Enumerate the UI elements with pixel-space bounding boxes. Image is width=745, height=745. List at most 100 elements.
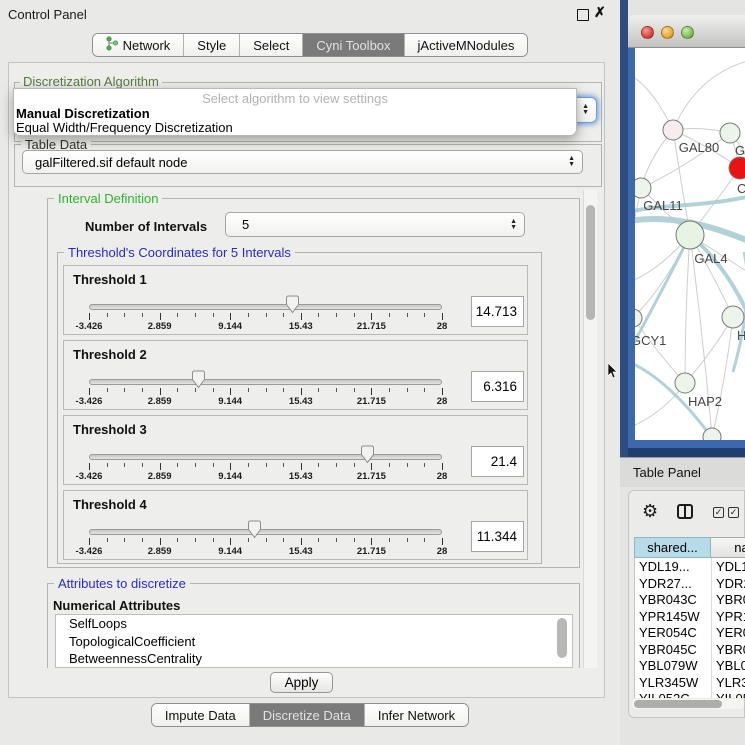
table-row[interactable]: YIL052CYIL052C — [635, 690, 745, 698]
checkbox-icon[interactable]: ✓ — [728, 507, 739, 518]
network-canvas[interactable]: GAL80GACGAL11GAL4GCY1HAHAP2 — [635, 48, 745, 440]
scrollbar-thumb[interactable] — [586, 205, 595, 320]
minor-tick — [107, 463, 108, 467]
tick-label: 28 — [437, 546, 448, 557]
close-icon[interactable]: ✗ — [594, 4, 606, 21]
column-header-name[interactable]: name — [711, 537, 745, 558]
minor-tick — [354, 538, 355, 542]
minor-tick — [318, 313, 319, 317]
table-row[interactable]: YBR045CYBR045C — [635, 641, 745, 658]
number-of-intervals-select[interactable]: 5 ▲▼ — [225, 212, 525, 237]
major-tick — [371, 538, 372, 545]
network-node-ha[interactable] — [722, 306, 744, 328]
attribute-item-betweennesscentrality[interactable]: BetweennessCentrality — [56, 650, 572, 668]
tab-jactivemnodules[interactable]: jActiveMNodules — [404, 34, 528, 56]
algorithm-dropdown-popup: Select algorithm to view settings Manual… — [13, 88, 577, 136]
table-row[interactable]: YDR27...YDR27 — [635, 575, 745, 592]
slider-thumb[interactable] — [285, 295, 300, 314]
network-node-gal11[interactable] — [635, 178, 651, 198]
table-row[interactable]: YDL19...YDL19 — [635, 558, 745, 575]
network-edge[interactable] — [712, 317, 733, 437]
scrollbar-thumb[interactable] — [634, 700, 722, 708]
major-tick — [89, 538, 90, 545]
minor-tick — [107, 313, 108, 317]
tab-discretize-data[interactable]: Discretize Data — [249, 704, 364, 726]
tick-label: 15.43 — [289, 321, 313, 332]
toolbox-tab-bar: NetworkStyleSelectCyni ToolboxjActiveMNo… — [0, 33, 620, 57]
tab-select[interactable]: Select — [239, 34, 302, 56]
network-node-gcy1[interactable] — [635, 309, 642, 327]
attribute-item-topologicalcoefficient[interactable]: TopologicalCoefficient — [56, 633, 572, 651]
network-edge[interactable] — [685, 317, 733, 383]
table-data-select[interactable]: galFiltered.sif default node ▲▼ — [22, 150, 583, 174]
slider-track[interactable] — [89, 379, 442, 385]
gear-icon[interactable]: ⚙ — [642, 502, 658, 520]
network-node-gal80[interactable] — [663, 120, 683, 140]
columns-icon[interactable] — [677, 504, 693, 519]
minor-tick — [283, 538, 284, 542]
network-edge[interactable] — [673, 60, 745, 130]
network-edge[interactable] — [635, 235, 690, 318]
slider-track[interactable] — [89, 454, 442, 460]
threshold-value-field[interactable]: 21.4 — [471, 446, 524, 477]
minimize-traffic-light-icon[interactable] — [661, 26, 674, 39]
network-edge[interactable] — [685, 235, 690, 383]
apply-button[interactable]: Apply — [270, 672, 333, 693]
slider-thumb[interactable] — [360, 445, 375, 464]
tab-network[interactable]: Network — [93, 34, 184, 56]
dropdown-item-equal-width-frequency[interactable]: Equal Width/Frequency Discretization — [16, 120, 233, 135]
cell-shared-name: YDL19... — [639, 559, 709, 574]
panel-title: Control Panel — [8, 7, 87, 22]
network-node-c[interactable] — [729, 157, 745, 179]
minor-tick — [213, 388, 214, 392]
threshold-value-field[interactable]: 6.316 — [471, 371, 524, 402]
table-horizontal-scrollbar[interactable] — [632, 699, 744, 709]
network-window-titlebar[interactable] — [628, 15, 745, 48]
float-window-icon[interactable] — [577, 9, 589, 21]
dropdown-item-manual-discretization[interactable]: Manual Discretization — [16, 106, 150, 121]
network-node-hap2[interactable] — [675, 373, 695, 393]
panel-scrollbar[interactable] — [583, 190, 597, 668]
threshold-label: Threshold 4 — [73, 497, 147, 512]
slider-thumb[interactable] — [247, 520, 262, 539]
node-label: GA — [735, 143, 745, 158]
thresholds-group-title: Threshold's Coordinates for 5 Intervals — [64, 245, 295, 260]
network-node-ga[interactable] — [720, 123, 740, 143]
numerical-attributes-list[interactable]: SelfLoopsTopologicalCoefficientBetweenne… — [55, 614, 573, 668]
node-label: GAL4 — [694, 251, 727, 266]
slider-thumb[interactable] — [191, 370, 206, 389]
close-traffic-light-icon[interactable] — [641, 26, 654, 39]
slider-track[interactable] — [89, 529, 442, 535]
threshold-value-field[interactable]: 11.344 — [471, 521, 524, 552]
major-tick — [160, 313, 161, 320]
table-row[interactable]: YPR145WYPR145W — [635, 608, 745, 625]
checkbox-icon[interactable]: ✓ — [713, 507, 724, 518]
dropdown-placeholder-item[interactable]: Select algorithm to view settings — [14, 91, 576, 106]
tab-infer-network[interactable]: Infer Network — [364, 704, 468, 726]
major-tick — [371, 313, 372, 320]
slider-ticks — [89, 388, 442, 396]
tick-label: 28 — [437, 396, 448, 407]
attribute-item-selfloops[interactable]: SelfLoops — [56, 615, 572, 633]
minor-tick — [213, 313, 214, 317]
table-row[interactable]: YBR043CYBR043C — [635, 591, 745, 608]
threshold-value-field[interactable]: 14.713 — [471, 296, 524, 327]
tab-cyni-toolbox[interactable]: Cyni Toolbox — [302, 34, 403, 56]
cell-shared-name: YBL079W — [639, 658, 709, 673]
table-row[interactable]: YLR345WYLR345W — [635, 674, 745, 691]
tab-label: Infer Network — [378, 708, 455, 723]
zoom-traffic-light-icon[interactable] — [681, 26, 694, 39]
network-node-gal4[interactable] — [676, 221, 704, 249]
threshold-label: Threshold 3 — [73, 422, 147, 437]
list-scrollbar[interactable] — [557, 618, 567, 658]
tab-style[interactable]: Style — [183, 34, 239, 56]
threshold-panel-4: Threshold 4-3.4262.8599.14415.4321.71528… — [63, 490, 528, 560]
minor-tick — [195, 538, 196, 542]
slider-track[interactable] — [89, 304, 442, 310]
column-header-shared[interactable]: shared... — [634, 537, 711, 558]
minor-tick — [248, 463, 249, 467]
table-row[interactable]: YER054CYER054C — [635, 624, 745, 641]
table-row[interactable]: YBL079WYBL079W — [635, 657, 745, 674]
tab-impute-data[interactable]: Impute Data — [152, 704, 249, 726]
minor-tick — [354, 313, 355, 317]
